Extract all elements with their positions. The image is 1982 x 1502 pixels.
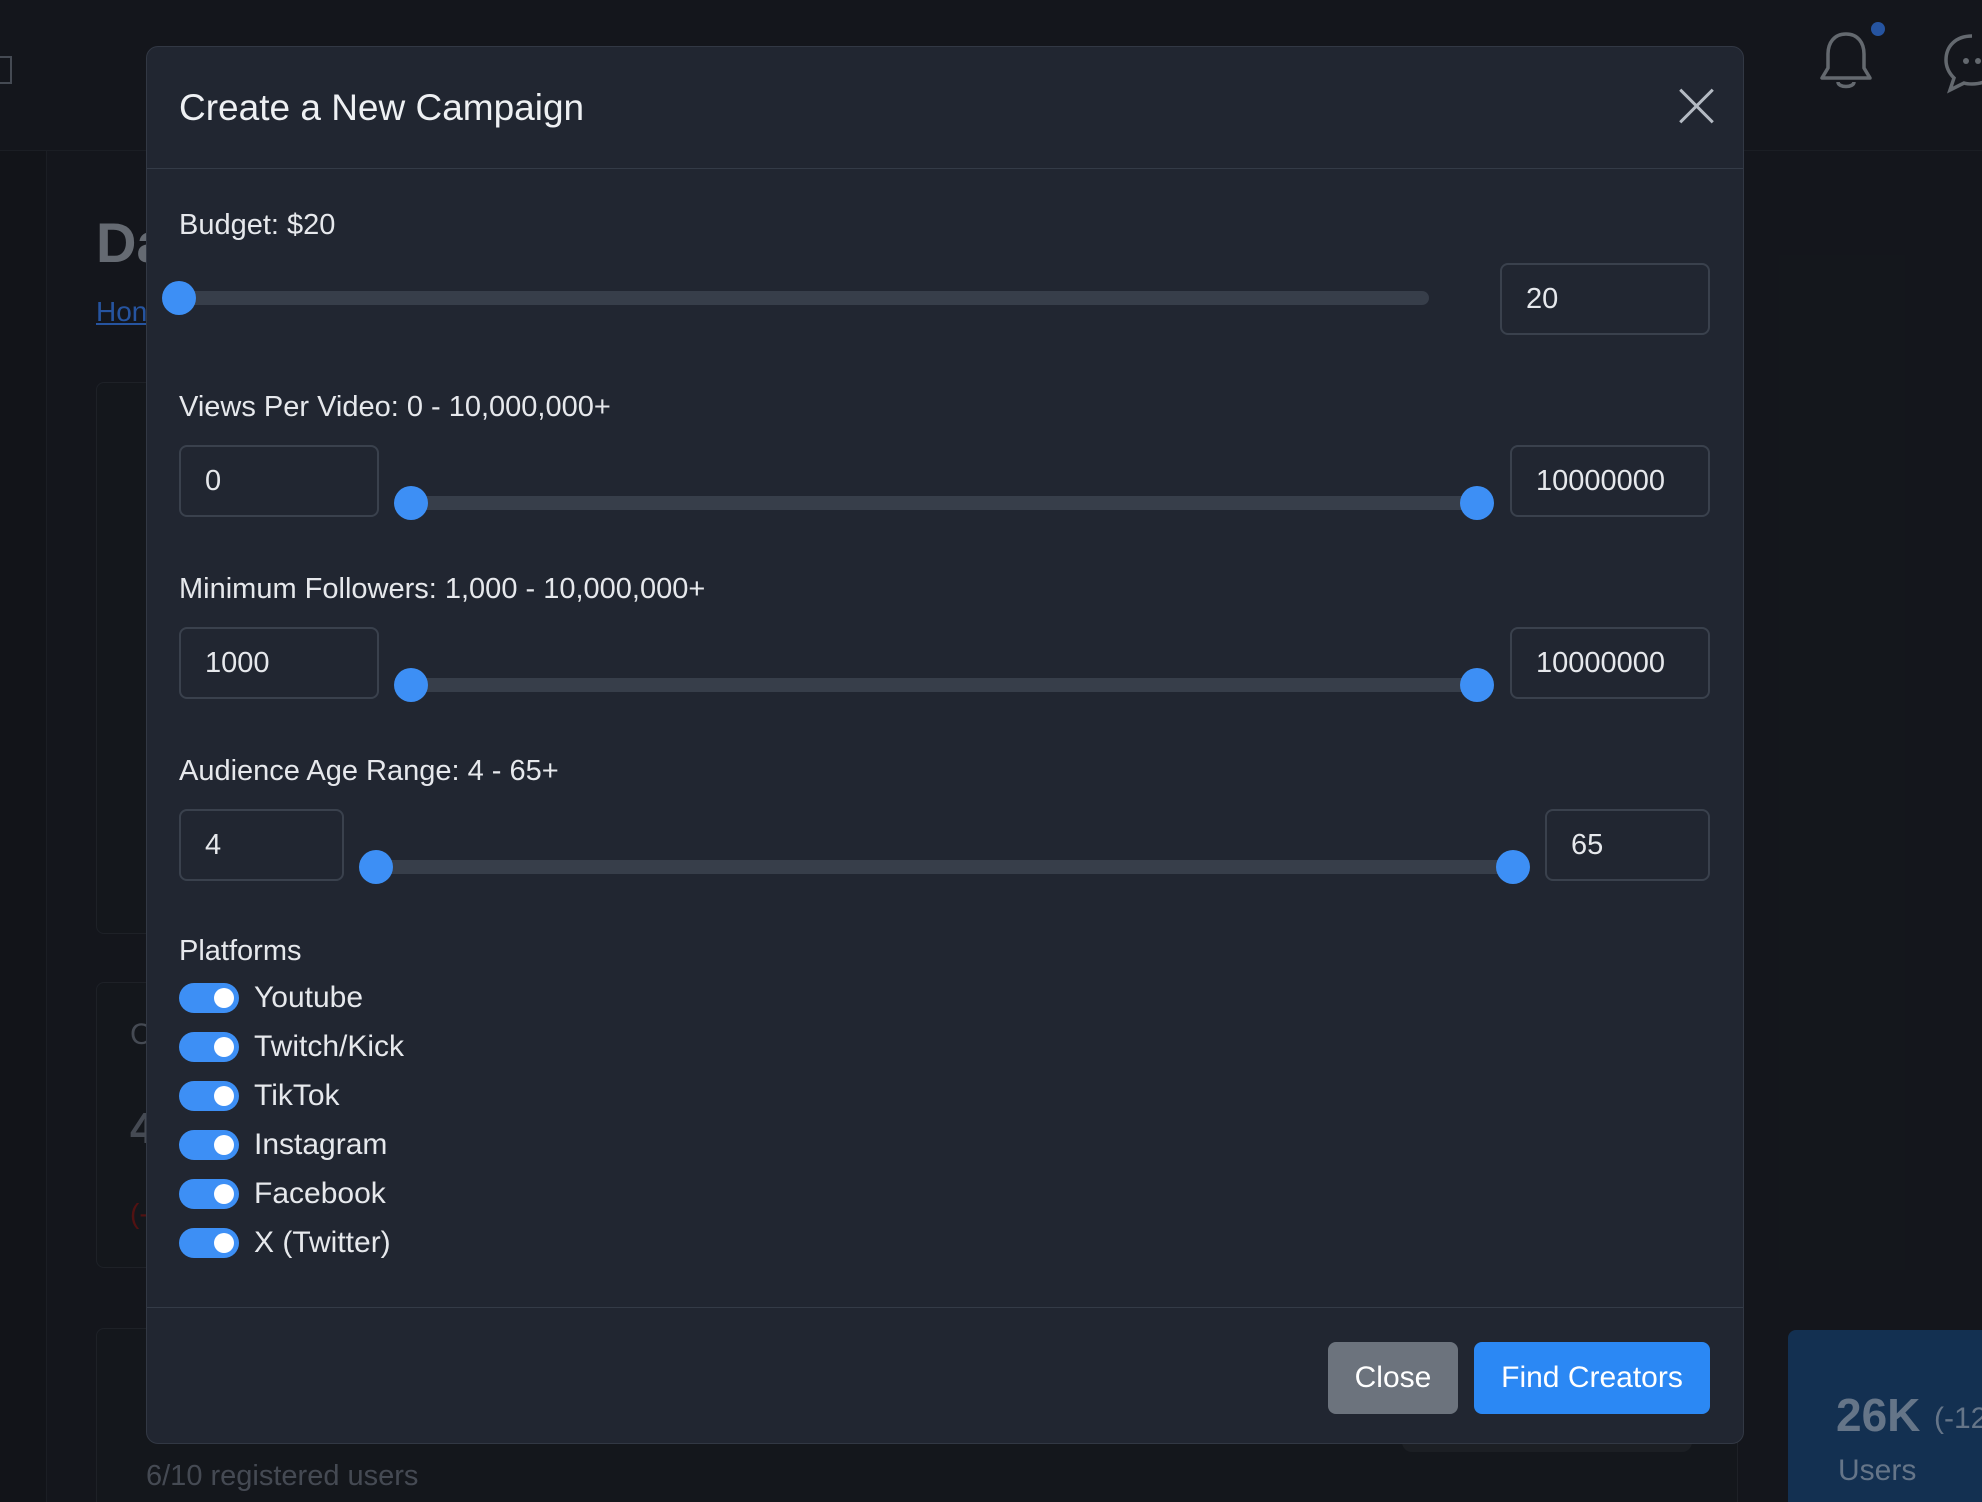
- platform-toggle-tiktok[interactable]: TikTok: [179, 1078, 340, 1114]
- platform-toggle-x[interactable]: X (Twitter): [179, 1225, 391, 1261]
- followers-max-input[interactable]: [1510, 627, 1710, 699]
- platform-label: X (Twitter): [254, 1226, 391, 1259]
- platform-toggle-facebook[interactable]: Facebook: [179, 1176, 386, 1212]
- toggle-switch[interactable]: [179, 1228, 239, 1258]
- followers-label: Minimum Followers: 1,000 - 10,000,000+: [179, 573, 706, 605]
- toggle-switch[interactable]: [179, 1032, 239, 1062]
- views-min-input[interactable]: [179, 445, 379, 517]
- modal-header: Create a New Campaign: [147, 47, 1743, 169]
- platform-label: Facebook: [254, 1177, 386, 1210]
- age-slider-track[interactable]: [359, 850, 1530, 884]
- toggle-switch[interactable]: [179, 1179, 239, 1209]
- age-max-thumb[interactable]: [1496, 850, 1530, 884]
- followers-min-thumb[interactable]: [394, 668, 428, 702]
- followers-max-thumb[interactable]: [1460, 668, 1494, 702]
- platform-toggle-youtube[interactable]: Youtube: [179, 980, 363, 1016]
- views-max-thumb[interactable]: [1460, 486, 1494, 520]
- views-max-input[interactable]: [1510, 445, 1710, 517]
- find-creators-button[interactable]: Find Creators: [1474, 1342, 1710, 1414]
- age-min-input[interactable]: [179, 809, 344, 881]
- platform-toggle-twitch[interactable]: Twitch/Kick: [179, 1029, 404, 1065]
- budget-input[interactable]: [1500, 263, 1710, 335]
- close-icon[interactable]: [1677, 87, 1715, 125]
- platform-label: Twitch/Kick: [254, 1030, 405, 1063]
- modal-footer: Close Find Creators: [147, 1307, 1743, 1443]
- views-slider-track[interactable]: [394, 486, 1494, 520]
- age-min-thumb[interactable]: [359, 850, 393, 884]
- toggle-switch[interactable]: [179, 1081, 239, 1111]
- views-min-thumb[interactable]: [394, 486, 428, 520]
- platform-toggle-instagram[interactable]: Instagram: [179, 1127, 387, 1163]
- platform-label: Youtube: [254, 981, 364, 1014]
- views-label: Views Per Video: 0 - 10,000,000+: [179, 391, 611, 423]
- budget-label: Budget: $20: [179, 209, 336, 241]
- followers-min-input[interactable]: [179, 627, 379, 699]
- platform-label: TikTok: [254, 1079, 340, 1112]
- budget-slider-track[interactable]: [162, 281, 1429, 315]
- toggle-switch[interactable]: [179, 983, 239, 1013]
- followers-slider-track[interactable]: [394, 668, 1494, 702]
- platforms-label: Platforms: [179, 935, 302, 967]
- create-campaign-modal: Create a New Campaign Budget: $20 Views …: [146, 46, 1744, 1444]
- modal-title: Create a New Campaign: [179, 87, 585, 128]
- close-button[interactable]: Close: [1328, 1342, 1458, 1414]
- age-label: Audience Age Range: 4 - 65+: [179, 755, 559, 787]
- age-max-input[interactable]: [1545, 809, 1710, 881]
- budget-slider-thumb[interactable]: [162, 281, 196, 315]
- platform-label: Instagram: [254, 1128, 388, 1161]
- toggle-switch[interactable]: [179, 1130, 239, 1160]
